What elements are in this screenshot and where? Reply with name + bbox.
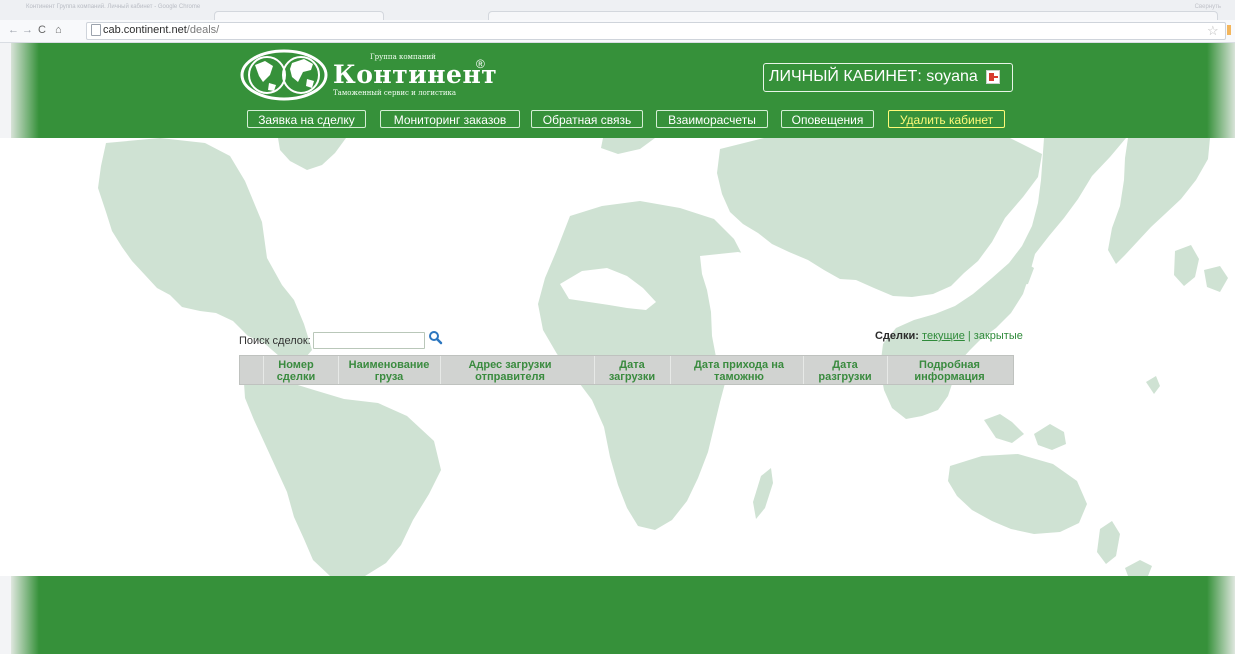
table-divider: [263, 356, 264, 384]
browser-tab[interactable]: [214, 11, 384, 20]
window-controls-label: Свернуть: [1194, 4, 1221, 10]
table-divider: [803, 356, 804, 384]
column-shipper-loading-address: Адрес загрузки отправителя: [468, 359, 552, 383]
deals-table-header: Номер сделки Наименование груза Адрес за…: [239, 355, 1014, 385]
nav-notifications-button[interactable]: Оповещения: [781, 110, 874, 128]
chrome-menu-icon[interactable]: [1227, 25, 1231, 35]
search-icon[interactable]: [428, 330, 443, 345]
deals-filter: Сделки: текущие | закрытые: [875, 330, 1023, 342]
reload-button[interactable]: C: [38, 24, 46, 36]
bookmark-star-icon[interactable]: ☆: [1207, 23, 1219, 39]
window-title: Континент Группа компаний. Личный кабине…: [26, 4, 201, 10]
forward-button[interactable]: →: [22, 24, 33, 36]
url-text: cab.continent.net/deals/: [103, 24, 220, 36]
page-icon: [91, 24, 101, 36]
column-loading-date: Дата загрузки: [608, 359, 656, 383]
address-bar[interactable]: [86, 22, 1226, 40]
nav-settlements-button[interactable]: Взаиморасчеты: [656, 110, 768, 128]
logout-icon[interactable]: [986, 70, 1000, 84]
deals-closed-link[interactable]: закрытые: [974, 330, 1023, 342]
column-details: Подробная информация: [914, 359, 985, 383]
footer-fade-left: [11, 576, 39, 654]
brand-registered-mark: ®: [476, 57, 485, 71]
table-divider: [338, 356, 339, 384]
column-unloading-date: Дата разгрузки: [818, 359, 872, 383]
search-input[interactable]: [313, 332, 425, 349]
deals-filter-label: Сделки:: [875, 330, 919, 342]
brand-name: Континент: [333, 60, 498, 89]
table-divider: [670, 356, 671, 384]
table-divider: [440, 356, 441, 384]
globe-logo-icon: [240, 49, 328, 101]
search-label: Поиск сделок:: [239, 335, 311, 347]
table-divider: [887, 356, 888, 384]
nav-orders-monitoring-button[interactable]: Мониторинг заказов: [380, 110, 520, 128]
footer-fade-right: [1207, 576, 1235, 654]
personal-cabinet-title: ЛИЧНЫЙ КАБИНЕТ: soyana: [769, 68, 978, 85]
nav-delete-cabinet-button[interactable]: Удалить кабинет: [888, 110, 1005, 128]
nav-deal-request-button[interactable]: Заявка на сделку: [247, 110, 366, 128]
browser-tab-strip: [488, 11, 1218, 20]
site-footer: [11, 576, 1235, 654]
table-divider: [594, 356, 595, 384]
deals-filter-separator: |: [967, 330, 971, 342]
header-fade-right: [1207, 43, 1235, 138]
back-button[interactable]: ←: [8, 24, 19, 36]
brand-subtitle: Таможенный сервис и логистика: [333, 89, 457, 97]
deals-current-link[interactable]: текущие: [922, 330, 965, 342]
column-cargo-name: Наименование груза: [348, 359, 430, 383]
home-button[interactable]: ⌂: [55, 24, 62, 36]
header-fade-left: [11, 43, 39, 138]
column-customs-arrival-date: Дата прихода на таможню: [694, 359, 784, 383]
column-deal-number: Номер сделки: [276, 359, 316, 383]
nav-feedback-button[interactable]: Обратная связь: [531, 110, 643, 128]
